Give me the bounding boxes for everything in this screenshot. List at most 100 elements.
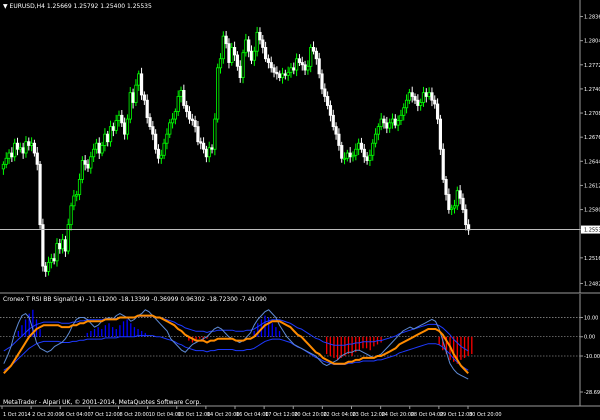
candle-body [196,126,200,143]
candle-body [359,142,364,150]
candle-body [201,142,206,150]
candle-body [419,102,423,106]
candle-body [286,71,290,76]
candle-body [128,92,132,120]
candle-body [309,47,313,67]
candle-body [252,50,256,61]
candle-body [111,126,115,131]
candle-body [216,67,220,120]
candle-body [421,92,426,103]
candle [80,156,84,184]
candle-body [148,117,152,128]
time-label: 13 Oct 12:00 [178,412,211,418]
candle [441,143,445,183]
candle-body [461,197,465,210]
candle [216,63,220,123]
candle-body [139,73,144,96]
candle-body [35,152,39,165]
candle-body [114,120,118,131]
candle-body [193,120,197,128]
candle-body [24,141,28,154]
candle-body [97,142,101,154]
candle-body [351,154,355,158]
candle-body [289,67,293,73]
candle-body [15,142,20,150]
candle-body [433,99,437,105]
candle-body [63,239,68,252]
candle-body [21,147,25,154]
time-label: 29 Oct 12:00 [440,412,473,418]
candle-body [376,126,380,135]
candle-body [323,88,327,97]
candle-body [4,157,8,165]
candle-body [72,195,76,207]
candle-body [410,92,414,97]
candle-body [379,118,383,128]
candle-body [388,122,392,129]
candle-body [7,152,11,159]
price-label: 1.27400 [584,87,600,93]
candle-body [450,207,454,210]
candle-body [430,92,434,101]
candle-body [447,194,451,210]
candle-body [357,142,361,150]
candle-body [187,111,192,120]
candle-body [269,62,273,69]
price-label: 1.28360 [584,15,600,21]
candle-body [134,84,138,103]
candle-body [348,152,352,158]
candle-body [210,147,214,150]
candle [128,86,132,124]
candle-body [280,73,285,79]
candle-body [179,90,183,97]
candle-body [227,43,231,63]
candle-body [10,152,14,158]
candle-body [326,96,330,106]
candle-body [407,92,411,101]
candle-body [345,152,349,159]
candle-body [311,47,316,52]
candle-body [258,31,262,41]
candle-body [55,243,59,262]
candle-body [255,31,259,52]
candle-body [373,133,378,144]
time-label: 7 Oct 12:00 [90,412,119,418]
candle-body [371,142,375,156]
candle-body [283,73,287,76]
candle-body [247,39,251,52]
candle-body [30,142,34,146]
price-label: 1.25800 [584,208,600,214]
candle-body [424,92,428,97]
time-label: 1 Oct 2014 [3,412,31,418]
candle-body [402,107,406,116]
candle-body [232,47,237,56]
candle-body [297,58,302,63]
indicator-label: 10.00 [584,315,598,321]
candle-body [49,258,53,263]
candle-body [94,142,99,150]
time-label: 28 Oct 04:00 [411,412,444,418]
candle-body [77,179,82,195]
chart-canvas[interactable]: ▼ EURUSD,H4 1.25669 1.25792 1.25400 1.25… [0,0,600,420]
candle-body [438,118,442,150]
candle-body [295,58,299,71]
candle-body [38,163,42,226]
candle [38,160,42,229]
candle-body [261,39,265,48]
time-label: 10 Oct 04:00 [149,412,182,418]
candle-body [75,194,79,197]
candle-body [278,73,282,79]
candle-body [156,148,161,159]
time-label: 30 Oct 20:00 [469,412,502,418]
candle-body [69,205,73,226]
candle-body [61,239,65,250]
price-panel[interactable]: ▼ EURUSD,H4 1.25669 1.25792 1.25400 1.25… [0,0,600,294]
footer-text: MetaTrader - Alpari UK, © 2001-2014, Met… [3,399,201,406]
candle-body [413,96,417,101]
candle-body [176,96,180,112]
candle-body [120,114,124,124]
candle-body [230,47,234,63]
candle-body [27,141,31,146]
candle-body [123,122,127,135]
candle-body [165,133,169,144]
